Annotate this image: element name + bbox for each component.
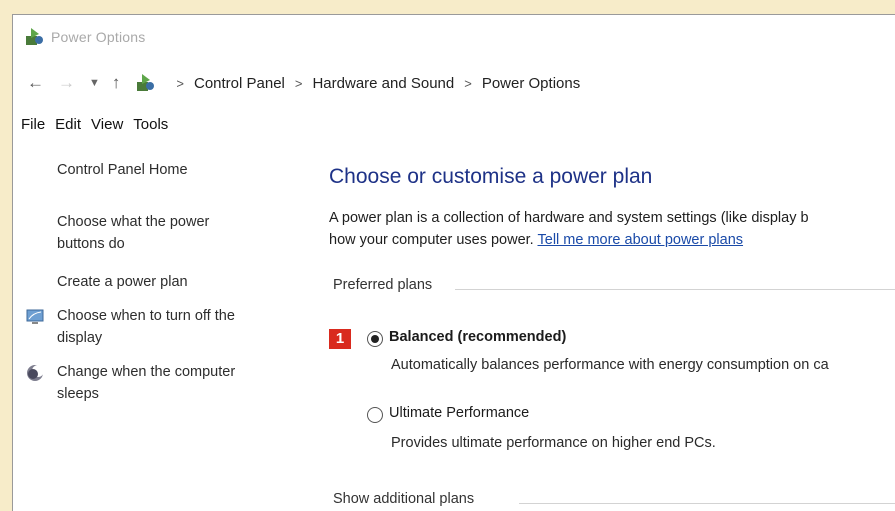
sidebar-item-turn-off-display[interactable]: Choose when to turn off the display (57, 305, 235, 349)
radio-ultimate-performance[interactable] (367, 407, 383, 423)
breadcrumb-control-panel[interactable]: Control Panel (194, 75, 285, 92)
divider (455, 289, 895, 290)
sidebar-item-create-power-plan[interactable]: Create a power plan (57, 271, 188, 293)
page-description: A power plan is a collection of hardware… (329, 207, 895, 251)
main-panel: Choose or customise a power plan A power… (329, 165, 895, 511)
sidebar-item-power-buttons[interactable]: Choose what the power buttons do (57, 211, 209, 255)
menu-file[interactable]: File (21, 116, 45, 133)
description-line: A power plan is a collection of hardware… (329, 210, 809, 226)
sidebar-item-computer-sleeps[interactable]: Change when the computer sleeps (57, 361, 235, 405)
sidebar-item-label: display (57, 330, 103, 346)
breadcrumb-power-options[interactable]: Power Options (482, 75, 580, 92)
power-options-icon (26, 28, 43, 45)
menu-bar: File Edit View Tools (13, 111, 895, 137)
up-arrow-icon[interactable]: ↑ (112, 73, 121, 93)
plan-description-ultimate-performance: Provides ultimate performance on higher … (391, 435, 716, 451)
forward-arrow-icon[interactable]: → (58, 73, 75, 93)
preferred-plans-label: Preferred plans (333, 277, 433, 293)
description-text: how your computer uses power. (329, 232, 534, 248)
control-panel-icon (137, 74, 155, 91)
breadcrumb-separator: > (294, 75, 303, 91)
moon-icon (27, 365, 44, 381)
radio-balanced[interactable] (367, 331, 383, 347)
sidebar-item-control-panel-home[interactable]: Control Panel Home (57, 159, 188, 181)
description-line: how your computer uses power. Tell me mo… (329, 229, 895, 251)
divider (519, 503, 895, 504)
plan-name-ultimate-performance[interactable]: Ultimate Performance (389, 405, 529, 421)
window-title: Power Options (51, 29, 146, 45)
breadcrumb-separator: > (464, 75, 472, 91)
menu-edit[interactable]: Edit (55, 116, 81, 133)
sidebar-item-label: buttons do (57, 236, 125, 252)
address-bar: ← → ▼ ↑ > Control Panel > Hardware and S… (13, 65, 895, 101)
chevron-down-icon[interactable]: ▼ (89, 77, 100, 89)
title-bar: Power Options (13, 15, 895, 59)
power-options-window: Power Options ← → ▼ ↑ > Control Panel > … (12, 14, 895, 511)
monitor-icon (26, 309, 44, 324)
menu-view[interactable]: View (91, 116, 123, 133)
sidebar-item-label: sleeps (57, 386, 99, 402)
page-title: Choose or customise a power plan (329, 165, 653, 188)
show-additional-plans[interactable]: Show additional plans (333, 491, 474, 507)
plan-description-balanced: Automatically balances performance with … (391, 357, 829, 373)
menu-tools[interactable]: Tools (133, 116, 168, 133)
breadcrumb-separator: > (176, 75, 184, 91)
sidebar: Control Panel Home Choose what the power… (13, 155, 313, 511)
sidebar-item-label: Change when the computer (57, 364, 236, 380)
plan-name-balanced[interactable]: Balanced (recommended) (389, 329, 566, 345)
tell-me-more-link[interactable]: Tell me more about power plans (538, 232, 744, 248)
sidebar-item-label: Choose when to turn off the (57, 308, 235, 324)
step-badge: 1 (329, 329, 351, 349)
back-arrow-icon[interactable]: ← (27, 73, 44, 93)
breadcrumb-hardware-and-sound[interactable]: Hardware and Sound (312, 75, 454, 92)
sidebar-item-label: Choose what the power (57, 214, 210, 230)
